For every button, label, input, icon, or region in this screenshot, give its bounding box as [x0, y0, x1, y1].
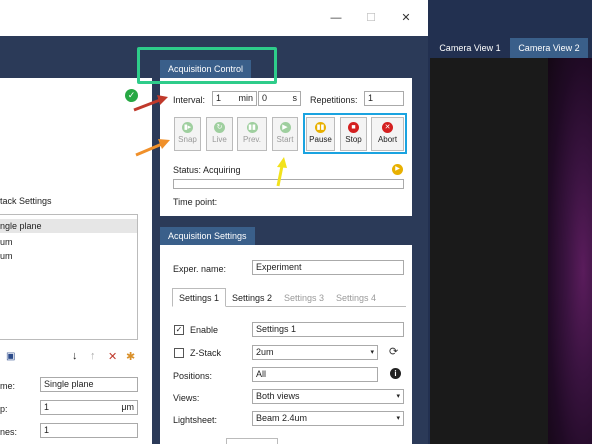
yellow-arrow	[276, 157, 287, 187]
red-arrow	[133, 95, 168, 112]
orange-arrow	[135, 139, 170, 157]
annotation-arrows	[133, 95, 287, 187]
